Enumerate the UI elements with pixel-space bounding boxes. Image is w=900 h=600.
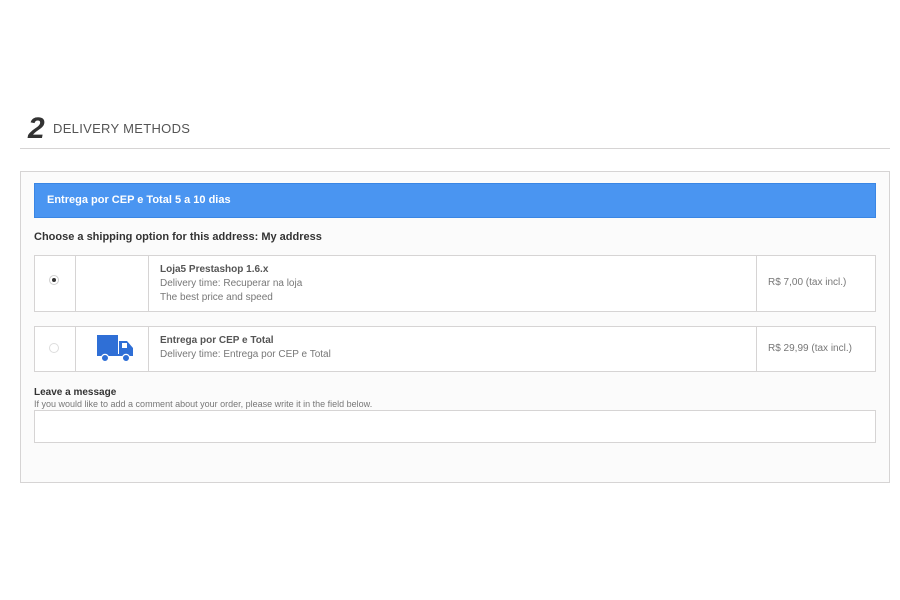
message-title: Leave a message bbox=[34, 387, 117, 398]
shipping-price: R$ 7,00 (tax incl.) bbox=[768, 277, 847, 288]
step-title: DELIVERY METHODS bbox=[53, 121, 191, 136]
step-number: 2 bbox=[28, 112, 45, 145]
option-info-cell: Loja5 Prestashop 1.6.x Delivery time: Re… bbox=[148, 256, 757, 311]
carrier-note: The best price and speed bbox=[160, 292, 273, 303]
step-header: 2 DELIVERY METHODS bbox=[20, 112, 890, 149]
order-message-input[interactable] bbox=[34, 410, 876, 443]
shipping-option-entrega-cep[interactable]: Entrega por CEP e Total Delivery time: E… bbox=[34, 326, 876, 372]
shipping-price: R$ 29,99 (tax incl.) bbox=[768, 343, 852, 354]
carrier-logo-cell bbox=[75, 327, 149, 371]
option-radio-cell[interactable] bbox=[35, 256, 76, 311]
delivery-time: Delivery time: Recuperar na loja bbox=[160, 278, 303, 289]
carrier-name: Loja5 Prestashop 1.6.x bbox=[160, 264, 269, 275]
option-radio-cell[interactable] bbox=[35, 327, 76, 371]
truck-icon bbox=[97, 335, 133, 363]
radio-selected-dot bbox=[52, 278, 56, 282]
shipping-option-loja5[interactable]: Loja5 Prestashop 1.6.x Delivery time: Re… bbox=[34, 255, 876, 312]
shipping-option-radio[interactable] bbox=[49, 343, 59, 353]
message-help-text: If you would like to add a comment about… bbox=[34, 399, 373, 409]
choose-shipping-label: Choose a shipping option for this addres… bbox=[34, 231, 322, 243]
option-price-cell: R$ 7,00 (tax incl.) bbox=[756, 256, 875, 311]
carrier-name: Entrega por CEP e Total bbox=[160, 335, 274, 346]
option-price-cell: R$ 29,99 (tax incl.) bbox=[756, 327, 875, 371]
option-info-cell: Entrega por CEP e Total Delivery time: E… bbox=[148, 327, 757, 371]
delivery-time: Delivery time: Entrega por CEP e Total bbox=[160, 349, 331, 360]
delivery-panel: Entrega por CEP e Total 5 a 10 dias Choo… bbox=[20, 171, 890, 483]
carrier-logo-cell bbox=[75, 256, 149, 311]
carrier-banner: Entrega por CEP e Total 5 a 10 dias bbox=[34, 183, 876, 218]
shipping-option-radio[interactable] bbox=[49, 275, 59, 285]
